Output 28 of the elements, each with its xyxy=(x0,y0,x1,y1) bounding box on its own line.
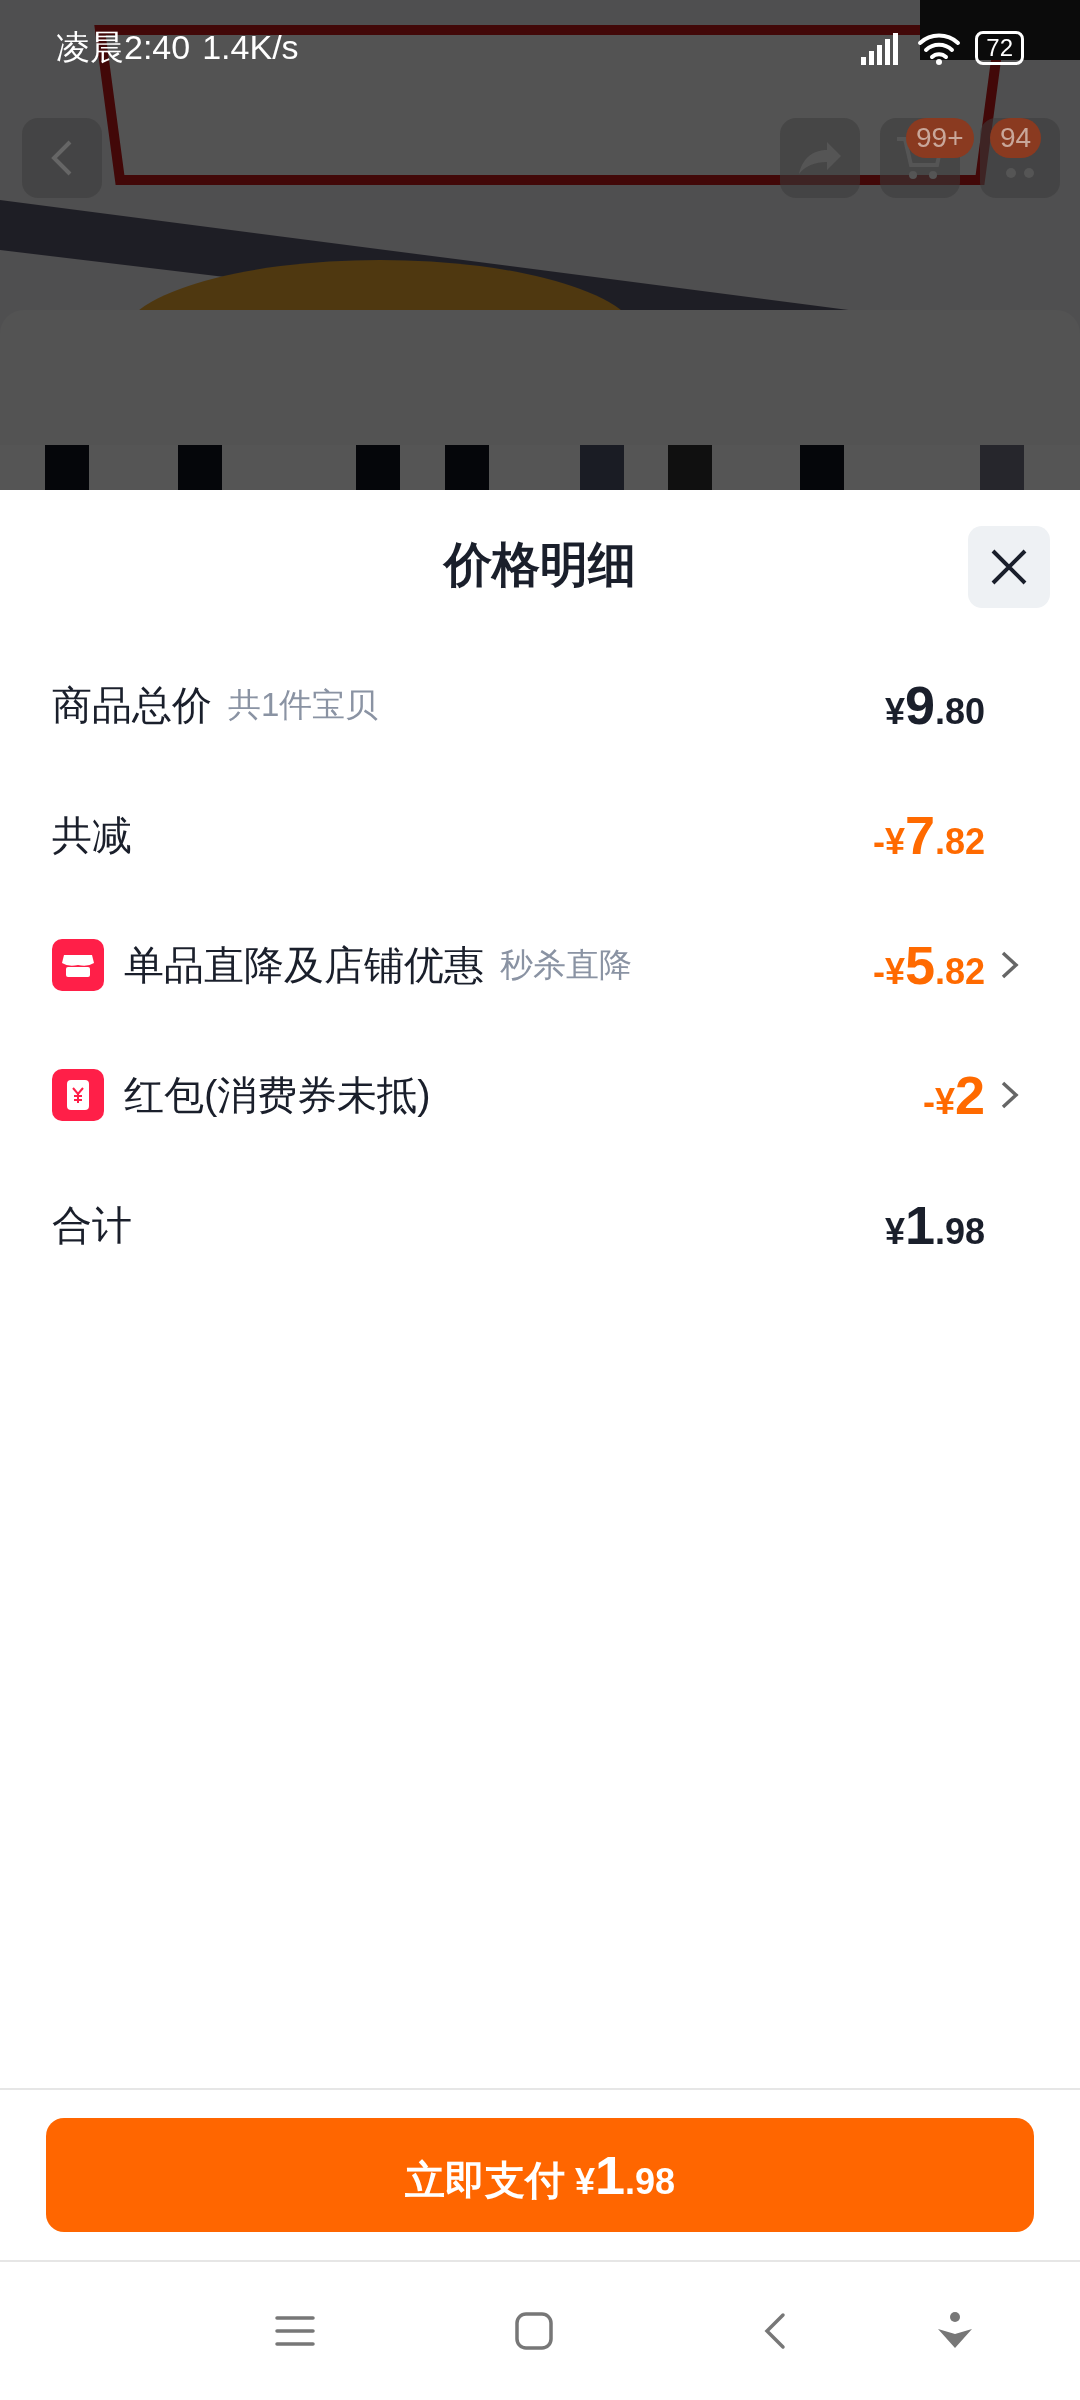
assistant-icon[interactable] xyxy=(937,2312,973,2350)
back-icon xyxy=(50,138,74,178)
row-amount: ¥9.80 xyxy=(884,674,985,736)
pay-button[interactable]: 立即支付 ¥1.98 xyxy=(46,2118,1034,2232)
status-time: 凌晨2:40 xyxy=(56,26,191,68)
home-icon[interactable] xyxy=(515,2312,553,2350)
store-icon xyxy=(52,939,104,991)
sheet-title: 价格明细 xyxy=(444,537,636,593)
close-icon xyxy=(990,548,1028,586)
back-icon[interactable] xyxy=(763,2312,787,2350)
row-note: 秒杀直降 xyxy=(500,944,632,985)
row-label: 合计 xyxy=(52,1201,132,1249)
row-amount: ¥1.98 xyxy=(884,1194,985,1256)
row-label: 共减 xyxy=(52,811,132,859)
row-amount: -¥7.82 xyxy=(872,804,985,866)
row-amount[interactable]: -¥5.82 xyxy=(872,934,985,996)
row-amount[interactable]: -¥2 xyxy=(922,1064,985,1126)
network-speed: 1.4K/s xyxy=(202,28,299,67)
row-label: 商品总价 xyxy=(52,681,212,729)
chevron-icon[interactable] xyxy=(999,1080,1021,1110)
row-label: 红包(消费券未抵) xyxy=(124,1071,431,1119)
row-note: 共1件宝贝 xyxy=(228,684,379,725)
close-button[interactable] xyxy=(968,526,1050,608)
battery-level: 72 xyxy=(975,30,1024,65)
menu-icon[interactable] xyxy=(275,2314,315,2348)
chevron-icon[interactable] xyxy=(999,950,1021,980)
yuan-card-icon xyxy=(52,1069,104,1121)
row-label: 单品直降及店铺优惠 xyxy=(124,941,484,989)
